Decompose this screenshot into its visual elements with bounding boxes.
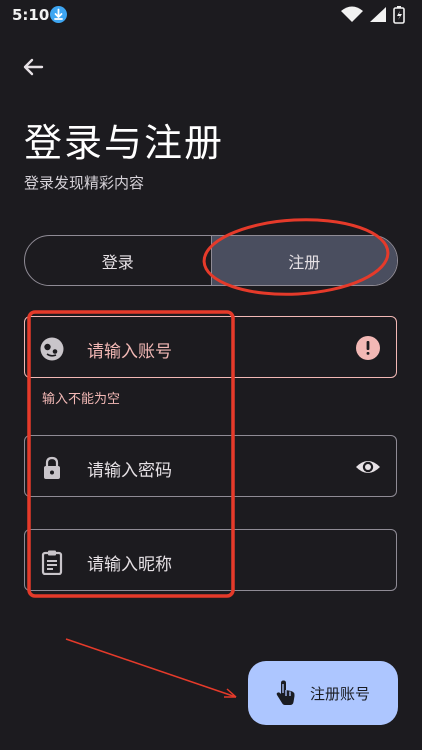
tab-register[interactable]: 注册 — [210, 236, 397, 285]
status-bar: 5:10 — [0, 0, 422, 30]
register-account-button[interactable]: 注册账号 — [248, 661, 398, 725]
status-icons — [340, 5, 410, 25]
error-icon — [356, 336, 380, 360]
account-error-text: 输入不能为空 — [42, 392, 121, 407]
clipboard-icon — [41, 550, 63, 575]
face-icon — [40, 337, 64, 361]
auth-tabs: 登录 注册 — [24, 235, 398, 286]
signal-icon — [370, 7, 386, 22]
download-icon — [50, 6, 67, 23]
lock-icon — [44, 456, 60, 479]
annotation-arrow-head — [224, 688, 237, 698]
status-time: 5:10 — [12, 6, 50, 24]
arrow-back-icon — [23, 58, 44, 76]
register-account-label: 注册账号 — [310, 685, 371, 703]
back-button[interactable] — [18, 52, 48, 82]
eye-icon[interactable] — [355, 454, 381, 480]
touch-icon — [276, 680, 295, 705]
register-screen: 5:10 登录与注册 登录发现精彩内容 登录 注册 请输入账号 输入不能为空 请… — [0, 0, 422, 750]
nickname-placeholder: 请输入昵称 — [87, 555, 172, 575]
nickname-input[interactable]: 请输入昵称 — [24, 529, 397, 591]
battery-icon — [393, 6, 405, 24]
password-placeholder: 请输入密码 — [87, 461, 172, 481]
page-title: 登录与注册 — [24, 121, 225, 165]
account-input[interactable]: 请输入账号 — [24, 316, 397, 378]
account-placeholder: 请输入账号 — [87, 342, 172, 362]
page-subtitle: 登录发现精彩内容 — [24, 174, 145, 192]
wifi-icon — [341, 6, 363, 22]
password-input[interactable]: 请输入密码 — [24, 435, 397, 497]
tab-login[interactable]: 登录 — [25, 236, 211, 285]
annotation-arrow-line — [65, 638, 237, 698]
